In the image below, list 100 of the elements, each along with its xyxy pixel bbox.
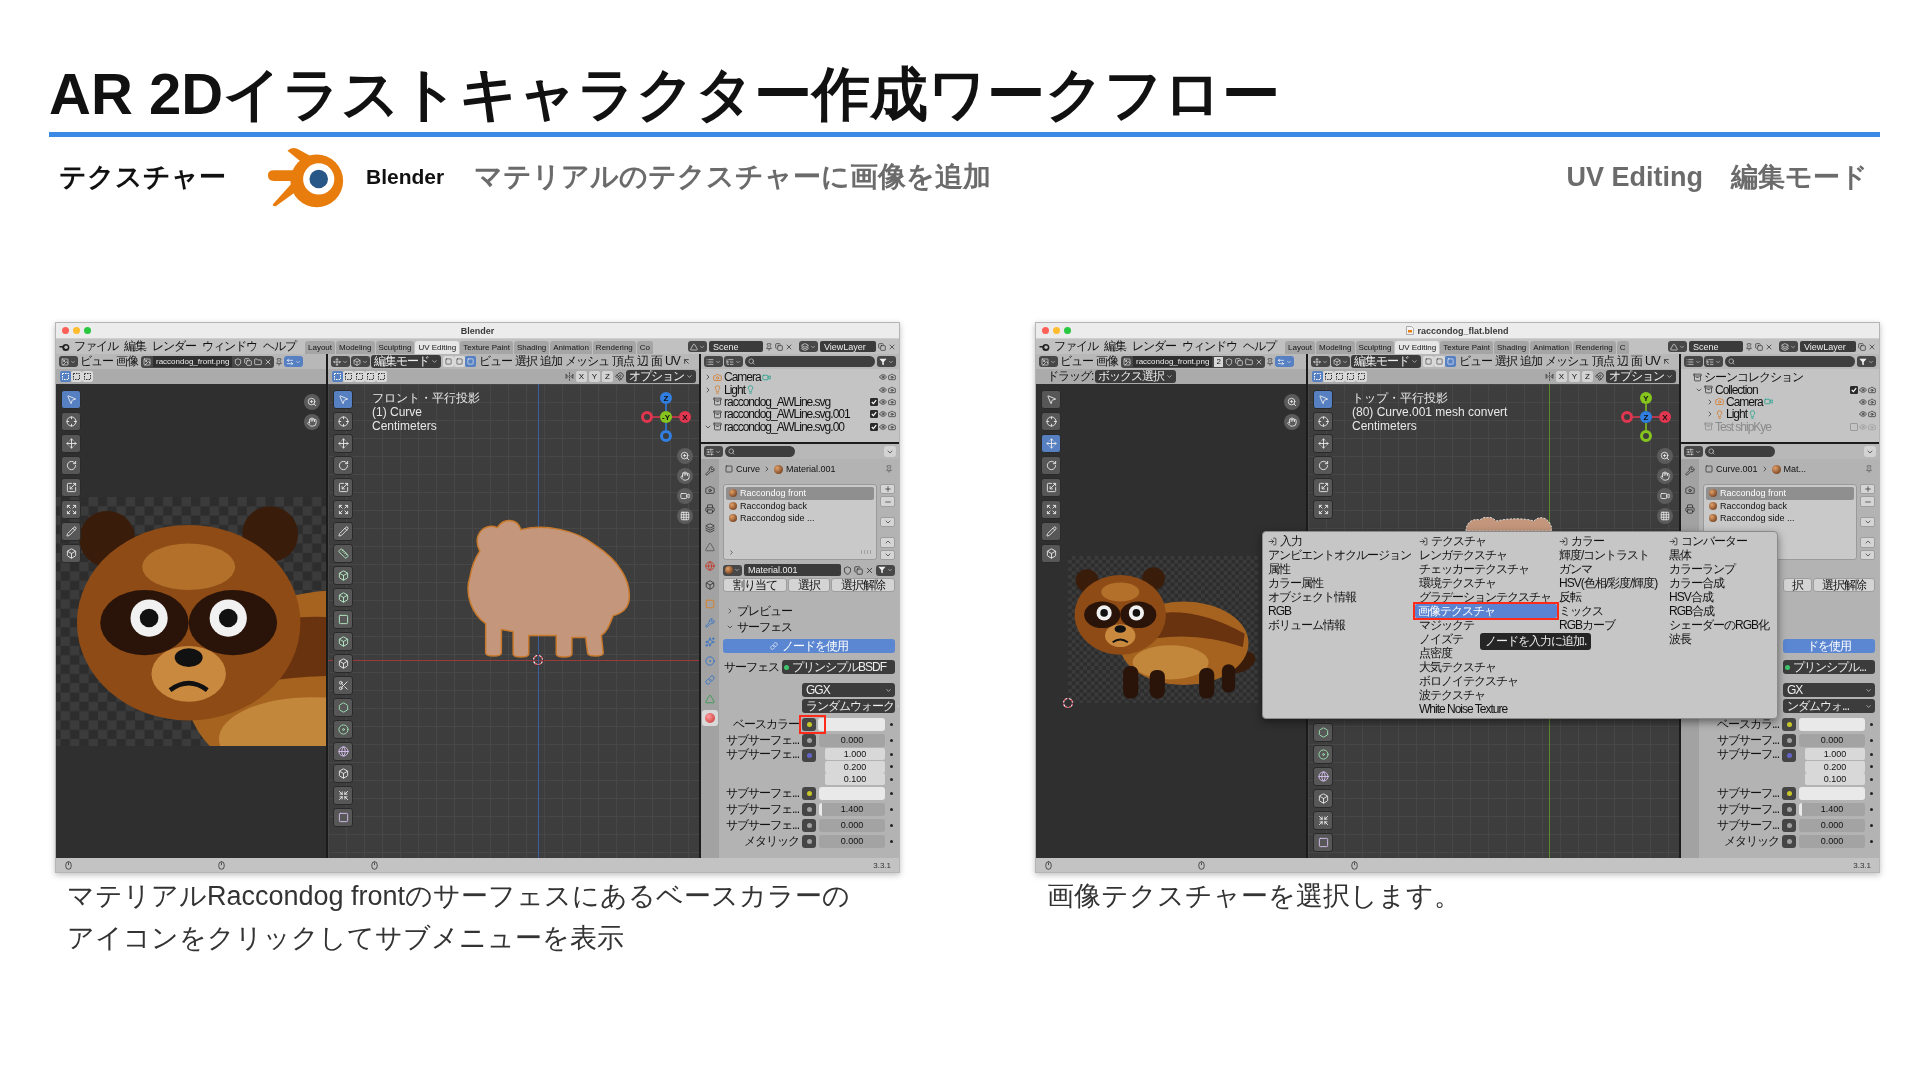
tool-button[interactable] [61, 456, 81, 475]
editor-type-button[interactable] [704, 446, 723, 457]
keyframe-dot-icon[interactable] [890, 807, 893, 811]
camera-view-button[interactable] [677, 488, 693, 504]
image-icon[interactable] [1123, 357, 1131, 366]
tool-button[interactable] [1313, 723, 1333, 742]
outliner-item[interactable]: Light [724, 383, 746, 396]
menu-item[interactable]: RGB [1265, 604, 1416, 618]
add-button[interactable] [1860, 484, 1875, 495]
close-icon[interactable] [1868, 342, 1876, 351]
socket-button[interactable] [1782, 749, 1796, 762]
close-icon[interactable] [785, 342, 793, 351]
menu-item[interactable]: ビュー [1458, 355, 1493, 368]
tool-button[interactable] [1041, 412, 1061, 431]
shader-dropdown[interactable]: プリンシプル... [1783, 660, 1875, 674]
zoom-button[interactable] [1284, 394, 1300, 410]
chevron-right-icon[interactable] [1706, 397, 1714, 406]
scale-icon[interactable] [1317, 482, 1329, 493]
grip-icon[interactable] [860, 550, 872, 554]
window-close-button[interactable] [1042, 327, 1049, 334]
dropdown-button[interactable] [1864, 446, 1876, 457]
uv-sync-button[interactable] [284, 356, 304, 367]
menu-item[interactable]: ビュー [79, 355, 114, 368]
number-field[interactable]: 1.000 [1805, 748, 1865, 760]
tool-button[interactable] [61, 522, 81, 541]
material-name-field[interactable]: Material.001 [744, 564, 841, 576]
outliner-item[interactable]: Collection [1715, 383, 1758, 396]
properties-tab[interactable] [702, 710, 718, 726]
menu-item[interactable]: カラー合成 [1666, 576, 1775, 590]
workspace-tab[interactable]: Layout [1285, 341, 1316, 354]
tool-button[interactable] [61, 544, 81, 563]
crosshair-icon[interactable] [1045, 416, 1057, 427]
mode-button[interactable] [343, 371, 354, 382]
tool-button[interactable] [333, 456, 353, 475]
editor-type-button[interactable] [331, 356, 350, 367]
display-mode-button[interactable] [724, 356, 743, 367]
menu-item[interactable]: 編集 [122, 340, 148, 353]
workspace-tab[interactable]: Modeling [336, 341, 375, 354]
number-field[interactable]: 1.000 [825, 748, 885, 760]
workspace-tab[interactable]: Co [636, 341, 653, 354]
axis-toggle[interactable]: Y [589, 371, 600, 382]
number-field[interactable]: 0.000 [1799, 733, 1865, 747]
menu-item[interactable]: 辺 [636, 355, 649, 368]
properties-tab[interactable] [1682, 501, 1698, 517]
folder-icon[interactable] [1244, 357, 1253, 366]
view-layer-field[interactable]: ViewLayer [1800, 341, 1856, 352]
tool-button[interactable] [1313, 745, 1333, 764]
tool-button[interactable] [1041, 456, 1061, 475]
menu-item[interactable]: ミックス [1556, 604, 1666, 618]
keyframe-dot-icon[interactable] [1870, 765, 1873, 769]
tool-button[interactable] [333, 412, 353, 431]
scale-icon[interactable] [65, 482, 77, 493]
cube-icon[interactable] [337, 570, 349, 581]
menu-item[interactable]: 辺 [1616, 355, 1629, 368]
tool-button[interactable] [61, 500, 81, 519]
pin-icon[interactable] [1745, 342, 1753, 351]
menu-item[interactable]: アンビエントオクルージョン [1265, 548, 1416, 562]
cube-icon[interactable] [1045, 548, 1057, 559]
tool-button[interactable] [333, 654, 353, 673]
socket-button[interactable] [802, 749, 816, 762]
tool-button[interactable] [333, 434, 353, 453]
workspace-tab[interactable]: Texture Paint [460, 341, 513, 354]
tool-button[interactable] [1313, 767, 1333, 786]
workspace-tab[interactable]: Texture Paint [1440, 341, 1493, 354]
axis-toggle[interactable]: X [1556, 371, 1567, 382]
app-logo-icon[interactable] [1039, 341, 1050, 352]
menu-item[interactable]: 波テクスチャ [1416, 688, 1556, 702]
tool-button[interactable] [1313, 811, 1333, 830]
action-button[interactable]: 割り当て [723, 578, 787, 592]
cube-icon[interactable] [337, 592, 349, 603]
editor-type-button[interactable] [1684, 446, 1703, 457]
outliner-item[interactable]: raccondog_AWLine.svg [724, 395, 831, 408]
scale-icon[interactable] [337, 482, 349, 493]
number-field[interactable]: 0.000 [1799, 834, 1865, 848]
material-slot[interactable]: Raccondog side ... [1706, 512, 1854, 525]
mode-button[interactable] [332, 371, 343, 382]
menu-item[interactable]: 波長 [1666, 632, 1775, 646]
material-slot[interactable]: Raccondog side ... [726, 512, 874, 525]
square-icon[interactable] [337, 812, 349, 823]
cube-icon[interactable] [337, 768, 349, 779]
dropdown[interactable]: GGX [802, 683, 895, 697]
user-count[interactable]: 2 [1214, 356, 1223, 367]
menu-item[interactable]: 大気テクスチャ [1416, 660, 1556, 674]
menu-item[interactable]: HSV(色相/彩度/輝度) [1556, 576, 1666, 590]
tool-button[interactable] [1041, 544, 1061, 563]
axis-circle-icon[interactable] [1640, 430, 1652, 442]
section-title[interactable]: サーフェス [737, 618, 792, 636]
menu-item[interactable]: ウィンドウ [200, 340, 259, 353]
object-mode-button[interactable] [351, 356, 370, 367]
mode-button[interactable] [354, 371, 365, 382]
menu-item[interactable]: 編集 [1102, 340, 1128, 353]
mirror-icon[interactable] [1545, 372, 1554, 381]
socket-button[interactable] [1782, 717, 1796, 731]
tool-button[interactable] [333, 742, 353, 761]
arrow-icon[interactable] [681, 357, 691, 366]
camera-view-button[interactable] [1657, 488, 1673, 504]
menu-item[interactable]: 黒体 [1666, 548, 1775, 562]
menu-item[interactable]: チェッカーテクスチャ [1416, 562, 1556, 576]
workspace-tab[interactable]: Animation [1530, 341, 1572, 354]
eye-icon[interactable] [879, 373, 887, 382]
